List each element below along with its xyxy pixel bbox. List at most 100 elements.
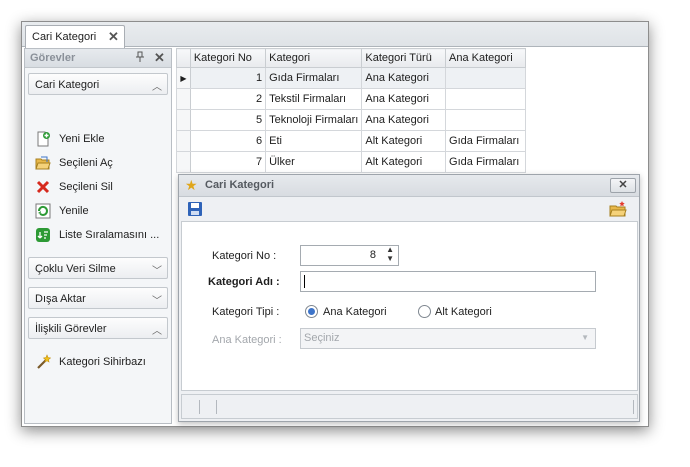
chevron-down-icon: ﹀ bbox=[152, 266, 162, 277]
task-open[interactable]: Seçileni Aç bbox=[35, 155, 169, 173]
current-row-indicator: ▶ bbox=[176, 67, 191, 89]
tasks-panel-header: Görevler ✕ bbox=[25, 49, 171, 68]
group-label: Cari Kategori bbox=[35, 79, 100, 91]
table-row[interactable]: ▶ 1 Gıda Firmaları Ana Kategori bbox=[176, 67, 526, 89]
column-header-kategori-turu[interactable]: Kategori Türü bbox=[361, 48, 447, 68]
tasks-panel: Görevler ✕ Cari Kategori ︿ Yeni Ekle Seç… bbox=[24, 48, 172, 424]
cell-ana[interactable] bbox=[445, 88, 526, 110]
row-indicator bbox=[176, 130, 191, 152]
chevron-up-icon: ︿ bbox=[152, 326, 162, 337]
column-header-kategori[interactable]: Kategori bbox=[265, 48, 363, 68]
cell-no[interactable]: 2 bbox=[189, 88, 267, 110]
row-indicator-header bbox=[176, 48, 191, 68]
group-label: İlişkili Görevler bbox=[35, 323, 107, 335]
cell-ana[interactable] bbox=[445, 67, 526, 89]
group-cari-kategori[interactable]: Cari Kategori ︿ bbox=[28, 73, 168, 95]
cell-tur[interactable]: Alt Kategori bbox=[361, 151, 447, 173]
cell-kategori[interactable]: Eti bbox=[265, 130, 363, 152]
dialog-statusbar bbox=[181, 394, 638, 419]
cell-ana[interactable]: Gıda Firmaları bbox=[445, 130, 526, 152]
status-divider bbox=[633, 400, 634, 414]
kategori-no-value: 8 bbox=[369, 249, 376, 261]
status-divider bbox=[199, 400, 200, 414]
category-dialog: ★ Cari Kategori ✕ Kategori No : 8 ▲ ▼ Kat… bbox=[178, 174, 640, 422]
cell-tur[interactable]: Alt Kategori bbox=[361, 130, 447, 152]
dialog-toolbar bbox=[179, 198, 639, 220]
table-row[interactable]: 6 Eti Alt Kategori Gıda Firmaları bbox=[176, 130, 526, 152]
list-order-icon bbox=[36, 228, 50, 242]
cell-no[interactable]: 1 bbox=[189, 67, 267, 89]
task-label: Seçileni Sil bbox=[59, 181, 113, 193]
task-label: Liste Sıralamasını ... bbox=[59, 229, 160, 241]
group-coklu-veri-silme[interactable]: Çoklu Veri Silme ﹀ bbox=[28, 257, 168, 279]
row-indicator bbox=[176, 109, 191, 131]
dialog-titlebar[interactable]: ★ Cari Kategori ✕ bbox=[179, 175, 639, 197]
table-row[interactable]: 2 Tekstil Firmaları Ana Kategori bbox=[176, 88, 526, 110]
column-header-kategori-no[interactable]: Kategori No bbox=[189, 48, 267, 68]
task-label: Yeni Ekle bbox=[59, 133, 105, 145]
folder-star-icon[interactable] bbox=[609, 200, 627, 218]
cell-ana[interactable] bbox=[445, 109, 526, 131]
radio-alt-kategori-label[interactable]: Alt Kategori bbox=[435, 306, 492, 318]
radio-alt-kategori[interactable] bbox=[418, 305, 431, 318]
cell-kategori[interactable]: Gıda Firmaları bbox=[265, 67, 363, 89]
task-label: Yenile bbox=[59, 205, 89, 217]
cell-kategori[interactable]: Tekstil Firmaları bbox=[265, 88, 363, 110]
cell-kategori[interactable]: Teknoloji Firmaları bbox=[265, 109, 363, 131]
cell-kategori[interactable]: Ülker bbox=[265, 151, 363, 173]
refresh-icon bbox=[35, 203, 51, 219]
kategori-no-label: Kategori No : bbox=[212, 250, 277, 262]
cell-ana[interactable]: Gıda Firmaları bbox=[445, 151, 526, 173]
dialog-close-button[interactable]: ✕ bbox=[610, 178, 636, 193]
task-label: Seçileni Aç bbox=[59, 157, 113, 169]
document-tab-label: Cari Kategori bbox=[32, 31, 97, 43]
group-iliskili-gorevler[interactable]: İlişkili Görevler ︿ bbox=[28, 317, 168, 339]
cell-tur[interactable]: Ana Kategori bbox=[361, 88, 447, 110]
document-tab-cari-kategori[interactable]: Cari Kategori ✕ bbox=[25, 25, 125, 48]
group-label: Çoklu Veri Silme bbox=[35, 263, 116, 275]
task-new[interactable]: Yeni Ekle bbox=[35, 131, 169, 149]
cell-no[interactable]: 6 bbox=[189, 130, 267, 152]
close-tab-icon[interactable]: ✕ bbox=[108, 29, 119, 45]
star-icon: ★ bbox=[185, 177, 198, 193]
table-row[interactable]: 5 Teknoloji Firmaları Ana Kategori bbox=[176, 109, 526, 131]
ana-kategori-select[interactable]: Seçiniz ▼ bbox=[300, 328, 596, 349]
group-disa-aktar[interactable]: Dışa Aktar ﹀ bbox=[28, 287, 168, 309]
new-document-icon bbox=[37, 131, 50, 147]
kategori-tipi-label: Kategori Tipi : bbox=[212, 306, 280, 318]
kategori-adi-label: Kategori Adı : bbox=[208, 276, 280, 288]
pin-icon[interactable] bbox=[135, 51, 145, 66]
open-folder-icon bbox=[35, 156, 51, 170]
tasks-panel-title: Görevler bbox=[30, 52, 76, 64]
cell-no[interactable]: 7 bbox=[189, 151, 267, 173]
spin-arrows-icon[interactable]: ▲ ▼ bbox=[386, 245, 394, 263]
task-kategori-sihirbazi[interactable]: Kategori Sihirbazı bbox=[35, 354, 169, 372]
dialog-form: Kategori No : 8 ▲ ▼ Kategori Adı : Katego… bbox=[181, 221, 638, 391]
cell-tur[interactable]: Ana Kategori bbox=[361, 67, 447, 89]
radio-ana-kategori-label[interactable]: Ana Kategori bbox=[323, 306, 387, 318]
radio-ana-kategori[interactable] bbox=[305, 305, 318, 318]
dropdown-arrow-icon: ▼ bbox=[581, 333, 589, 342]
cell-tur[interactable]: Ana Kategori bbox=[361, 109, 447, 131]
column-header-ana-kategori[interactable]: Ana Kategori bbox=[445, 48, 526, 68]
save-icon[interactable] bbox=[187, 201, 203, 217]
chevron-down-icon: ﹀ bbox=[152, 296, 162, 307]
ana-kategori-label: Ana Kategori : bbox=[212, 334, 282, 346]
dialog-title: Cari Kategori bbox=[205, 179, 275, 191]
document-tabstrip: Cari Kategori ✕ bbox=[22, 22, 648, 48]
task-delete[interactable]: Seçileni Sil bbox=[35, 179, 169, 197]
table-row[interactable]: 7 Ülker Alt Kategori Gıda Firmaları bbox=[176, 151, 526, 173]
kategori-no-spinner[interactable]: 8 ▲ ▼ bbox=[300, 245, 399, 266]
kategori-adi-input[interactable] bbox=[300, 271, 596, 292]
close-panel-icon[interactable]: ✕ bbox=[154, 50, 165, 66]
task-list-order[interactable]: Liste Sıralamasını ... bbox=[35, 227, 169, 245]
cell-no[interactable]: 5 bbox=[189, 109, 267, 131]
delete-x-icon bbox=[36, 180, 50, 194]
chevron-up-icon: ︿ bbox=[152, 82, 162, 93]
task-label: Kategori Sihirbazı bbox=[59, 356, 146, 368]
status-divider bbox=[216, 400, 217, 414]
main-window: Cari Kategori ✕ Görevler ✕ Cari Kategori… bbox=[21, 21, 649, 427]
wand-icon bbox=[37, 354, 51, 369]
task-refresh[interactable]: Yenile bbox=[35, 203, 169, 221]
group-label: Dışa Aktar bbox=[35, 293, 86, 305]
